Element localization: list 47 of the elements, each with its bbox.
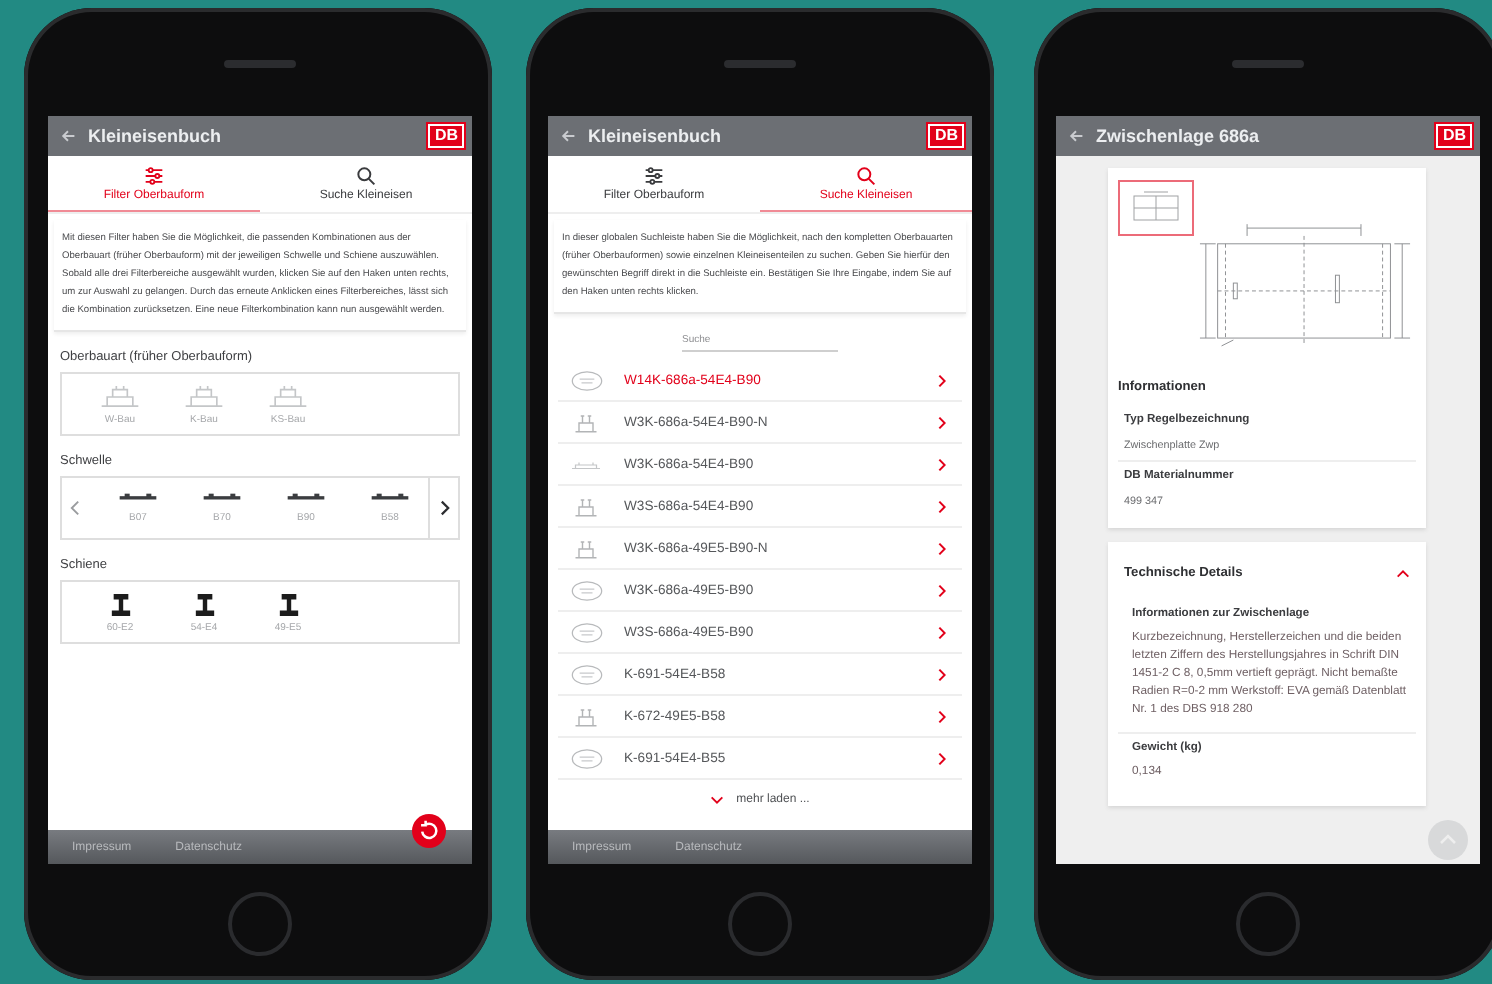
disc-icon	[569, 747, 603, 769]
chevron-down-icon	[710, 796, 725, 804]
speaker-grille	[224, 60, 296, 68]
back-icon[interactable]	[60, 128, 76, 144]
screen-title: Kleineisenbuch	[88, 126, 224, 146]
back-icon[interactable]	[560, 128, 576, 144]
chevron-right-icon[interactable]	[439, 500, 449, 516]
chevron-right-icon	[938, 415, 946, 429]
screen-title: Zwischenlage 686a	[1096, 126, 1262, 146]
plate-icon	[570, 457, 602, 471]
drawing-thumbnail[interactable]	[1118, 180, 1194, 236]
fastener-icon	[572, 411, 600, 433]
chevron-right-icon	[938, 625, 946, 639]
logo: DB	[928, 124, 964, 148]
search-icon	[356, 165, 376, 185]
speaker-grille	[724, 60, 796, 68]
rail-profile-icon	[277, 591, 299, 617]
screen-title: Kleineisenbuch	[588, 126, 724, 146]
chevron-right-icon	[938, 541, 946, 555]
chevron-right-icon	[938, 583, 946, 597]
disc-icon	[569, 579, 603, 601]
filter-icon	[644, 165, 664, 185]
back-icon[interactable]	[1068, 128, 1084, 144]
fastener-icon	[572, 495, 600, 517]
structure-icon	[98, 383, 142, 409]
collapse-icon[interactable]	[1396, 569, 1410, 577]
chevron-left-icon[interactable]	[70, 500, 80, 516]
rail-profile-icon	[193, 591, 215, 617]
rail-profile-icon	[109, 591, 131, 617]
logo: DB	[428, 124, 464, 148]
logo: DB	[1436, 124, 1472, 148]
chevron-right-icon	[938, 709, 946, 723]
structure-icon	[182, 383, 226, 409]
disc-icon	[569, 621, 603, 643]
chevron-right-icon	[938, 751, 946, 765]
disc-icon	[569, 663, 603, 685]
search-icon	[856, 165, 876, 185]
fastener-icon	[572, 705, 600, 727]
chevron-right-icon	[938, 499, 946, 513]
chevron-right-icon	[938, 373, 946, 387]
speaker-grille	[1232, 60, 1304, 68]
disc-icon	[569, 369, 603, 391]
chevron-right-icon	[938, 457, 946, 471]
filter-icon	[144, 165, 164, 185]
fastener-icon	[572, 537, 600, 559]
structure-icon	[266, 383, 310, 409]
chevron-right-icon	[938, 667, 946, 681]
